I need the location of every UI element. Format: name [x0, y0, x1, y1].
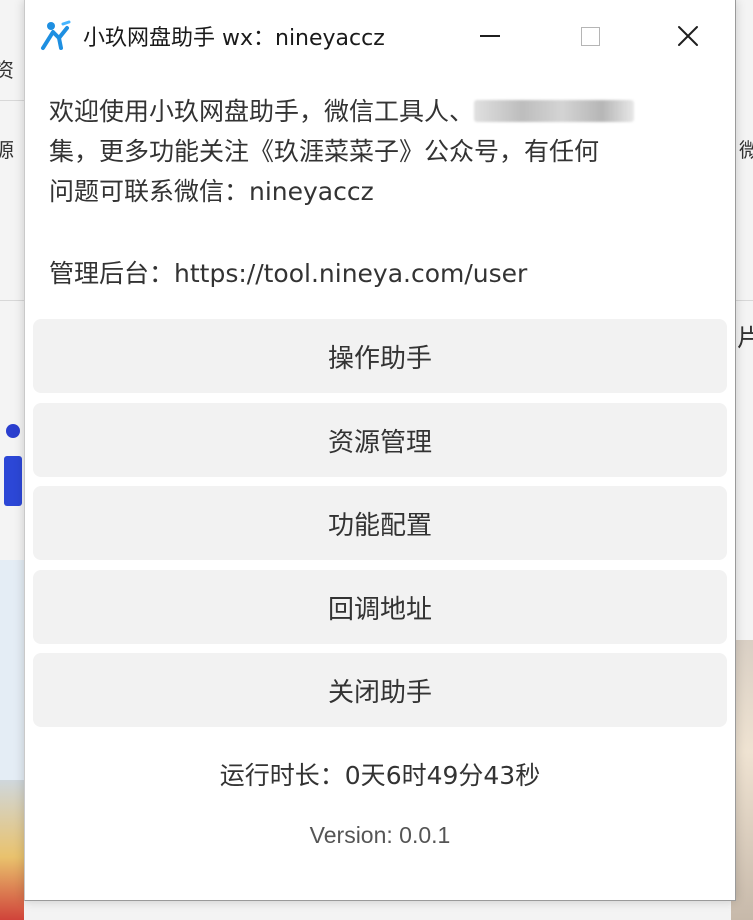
- operation-assistant-button[interactable]: 操作助手: [33, 319, 727, 393]
- welcome-line: 问题可联系微信：nineyaccz: [49, 177, 374, 206]
- runtime-status: 运行时长：0天6时49分43秒: [219, 761, 541, 790]
- background-divider: [735, 300, 753, 301]
- minimize-button[interactable]: [465, 14, 515, 58]
- background-icon: [6, 424, 20, 438]
- feature-config-button[interactable]: 功能配置: [33, 486, 727, 560]
- redacted-text: [474, 100, 635, 122]
- maximize-icon: [580, 26, 600, 46]
- welcome-line: 欢迎使用小玖网盘助手，微信工具人、: [49, 92, 709, 132]
- app-window: 小玖网盘助手 wx：nineyaccz 欢迎使用小玖网盘助手，微信工具人、 集，…: [24, 0, 736, 901]
- background-text: 源: [0, 138, 14, 162]
- version-label: Version: 0.0.1: [309, 822, 451, 848]
- background-divider: [0, 100, 24, 101]
- background-panel: [0, 560, 24, 780]
- background-text: 资: [0, 58, 14, 82]
- title-bar[interactable]: 小玖网盘助手 wx：nineyaccz: [25, 0, 735, 70]
- background-divider: [0, 300, 24, 301]
- window-title: 小玖网盘助手 wx：nineyaccz: [83, 26, 385, 51]
- background-icon: [4, 456, 22, 506]
- welcome-line-text: 欢迎使用小玖网盘助手，微信工具人、: [49, 97, 475, 126]
- background-text: 微: [739, 138, 753, 162]
- maximize-button[interactable]: [565, 14, 615, 58]
- welcome-line: 集，更多功能关注《玖涯菜菜子》公众号，有任何: [49, 137, 600, 166]
- close-icon: [678, 26, 698, 46]
- close-button[interactable]: [663, 14, 713, 58]
- background-text: 片: [737, 324, 753, 352]
- close-assistant-button[interactable]: 关闭助手: [33, 653, 727, 727]
- minimize-icon: [480, 35, 500, 37]
- welcome-message: 欢迎使用小玖网盘助手，微信工具人、 集，更多功能关注《玖涯菜菜子》公众号，有任何…: [49, 92, 709, 212]
- resource-management-button[interactable]: 资源管理: [33, 403, 727, 477]
- admin-url-text: 管理后台：https://tool.nineya.com/user: [49, 259, 528, 288]
- background-image: [0, 780, 24, 920]
- callback-url-button[interactable]: 回调地址: [33, 570, 727, 644]
- app-logo-icon: [41, 20, 71, 50]
